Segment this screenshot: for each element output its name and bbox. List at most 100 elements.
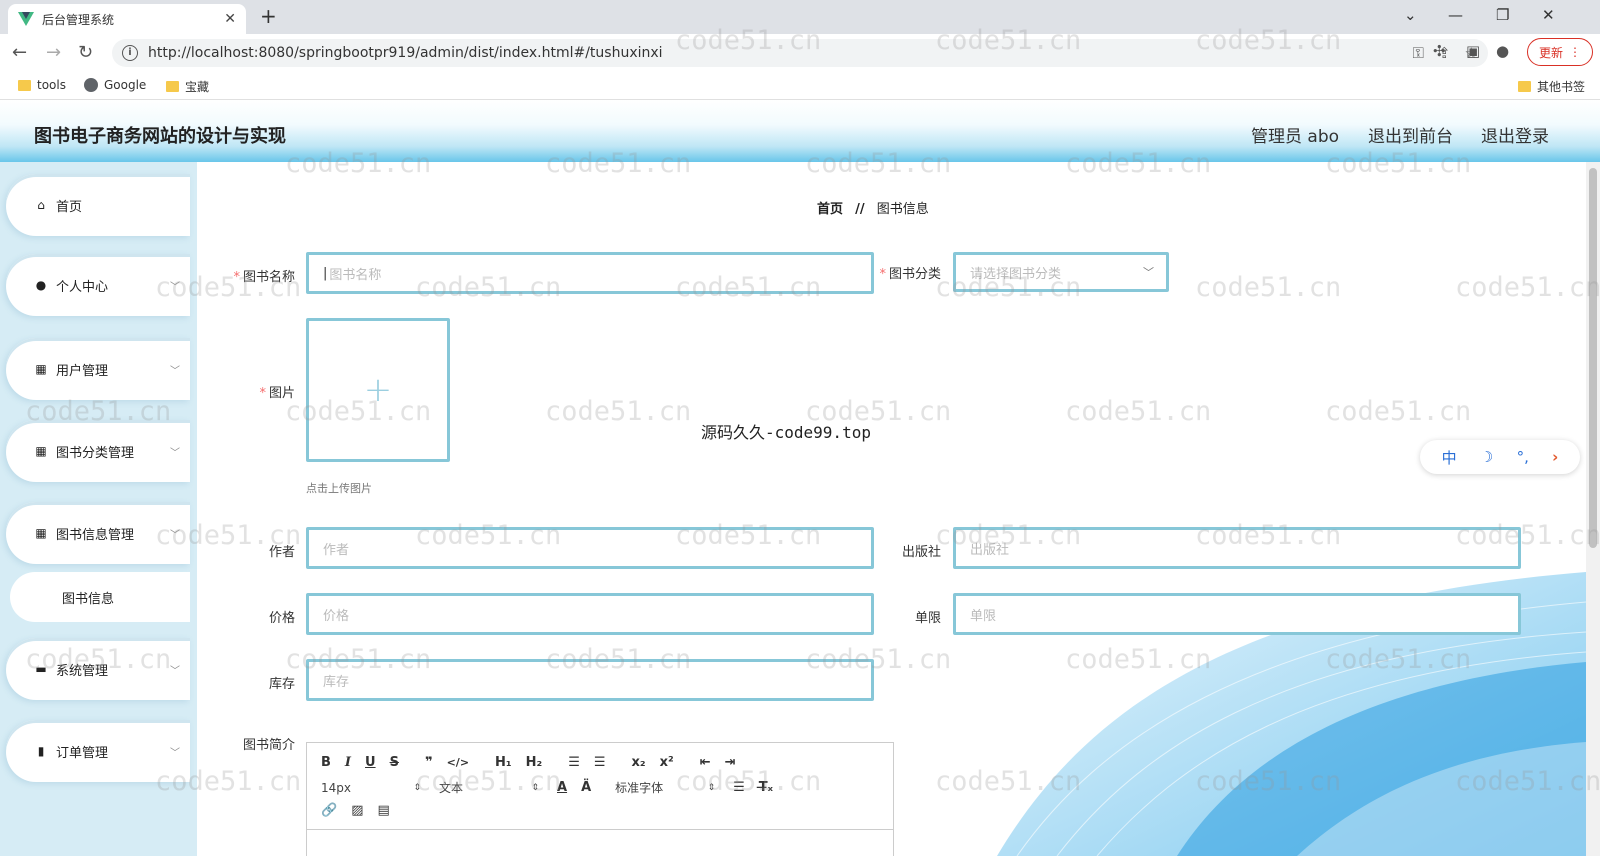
- bookmark-tools[interactable]: tools: [18, 78, 66, 92]
- punctuation-icon[interactable]: °,: [1517, 448, 1529, 466]
- home-icon: ⌂: [37, 198, 45, 212]
- italic-icon[interactable]: I: [345, 755, 351, 770]
- align-icon[interactable]: ☰: [733, 780, 745, 795]
- chevron-down-icon: ﹀: [170, 665, 180, 677]
- tab-close-icon[interactable]: ✕: [224, 11, 236, 27]
- rich-text-editor: B I U S ❞ </> H₁ H₂ ☰ ☰ x₂ x² ⇤ ⇥ 14px ⇕ …: [306, 742, 894, 856]
- sidebar-item-order-management[interactable]: ▮ 订单管理 ﹀: [6, 720, 190, 782]
- font-family-select[interactable]: 标准字体 ⇕: [615, 779, 715, 796]
- publisher-input[interactable]: 出版社: [953, 527, 1521, 569]
- category-select[interactable]: 请选择图书分类 ﹀: [953, 252, 1169, 292]
- book-name-input[interactable]: | 图书名称: [306, 252, 874, 294]
- url-field[interactable]: i http://localhost:8080/springbootpr919/…: [112, 39, 1488, 67]
- side-panel-icon[interactable]: ▣: [1466, 42, 1480, 60]
- sidebar-item-label: 个人中心: [56, 279, 109, 295]
- key-icon[interactable]: ⚿: [1413, 44, 1424, 62]
- upload-tip: 点击上传图片: [306, 482, 372, 495]
- forward-icon[interactable]: →: [46, 42, 61, 63]
- font-size-select[interactable]: 14px ⇕: [321, 781, 421, 795]
- browser-tab[interactable]: 后台管理系统 ✕: [8, 4, 246, 34]
- author-input[interactable]: 作者: [306, 527, 874, 569]
- chevron-down-icon: ﹀: [170, 365, 180, 377]
- browser-tab-bar: 后台管理系统 ✕ + ⌄ — ❐ ✕: [0, 0, 1600, 34]
- plus-icon: +: [363, 370, 393, 410]
- moon-icon[interactable]: ☽: [1480, 448, 1493, 466]
- other-bookmarks[interactable]: 其他书签: [1518, 78, 1585, 95]
- extensions-icon[interactable]: ✣: [1433, 42, 1446, 60]
- restore-icon[interactable]: ❐: [1496, 6, 1509, 24]
- image-upload-button[interactable]: +: [306, 318, 450, 462]
- editor-toolbar-row-2: 14px ⇕ 文本 ⇕ A Ä 标准字体 ⇕ ☰ T̶ₓ: [321, 779, 787, 796]
- outdent-icon[interactable]: ⇤: [700, 755, 711, 770]
- price-input[interactable]: 价格: [306, 593, 874, 635]
- briefcase-icon: ▬: [35, 662, 47, 676]
- video-icon[interactable]: ▤: [377, 803, 389, 818]
- chevron-down-icon: ﹀: [170, 747, 180, 759]
- folder-icon: [1518, 81, 1531, 92]
- text-type-select[interactable]: 文本 ⇕: [439, 779, 539, 796]
- exit-to-front-link[interactable]: 退出到前台: [1368, 122, 1453, 147]
- minimize-icon[interactable]: —: [1448, 6, 1463, 24]
- background-color-icon[interactable]: Ä: [581, 780, 591, 795]
- ime-toolbar[interactable]: 中 ☽ °, ›: [1420, 440, 1580, 474]
- bookmark-label: 其他书签: [1537, 80, 1586, 94]
- limit-input[interactable]: 单限: [953, 593, 1521, 635]
- clear-format-icon[interactable]: T̶ₓ: [759, 780, 773, 795]
- chevron-right-icon[interactable]: ›: [1552, 448, 1558, 466]
- sidebar-item-label: 系统管理: [56, 663, 109, 679]
- chevron-down-icon: ﹀: [170, 447, 180, 459]
- subscript-icon[interactable]: x₂: [632, 755, 646, 770]
- link-icon[interactable]: 🔗: [321, 803, 337, 818]
- tab-search-icon[interactable]: ⌄: [1404, 6, 1417, 24]
- ordered-list-icon[interactable]: ☰: [568, 755, 580, 770]
- bookmark-treasure[interactable]: 宝藏: [166, 78, 209, 95]
- scroll-thumb[interactable]: [1589, 168, 1597, 548]
- sidebar-item-category-management[interactable]: ▦ 图书分类管理 ﹀: [6, 420, 190, 482]
- editor-toolbar-row-1: B I U S ❞ </> H₁ H₂ ☰ ☰ x₂ x² ⇤ ⇥: [321, 755, 750, 770]
- reload-icon[interactable]: ↻: [78, 42, 93, 63]
- image-icon[interactable]: ▨: [351, 803, 363, 818]
- quote-icon[interactable]: ❞: [425, 755, 433, 770]
- sidebar-subitem-book-info[interactable]: 图书信息: [10, 572, 190, 622]
- chevron-down-icon: ﹀: [170, 281, 180, 293]
- indent-icon[interactable]: ⇥: [725, 755, 736, 770]
- update-button[interactable]: 更新 ⋮: [1527, 38, 1593, 66]
- editor-body[interactable]: [307, 829, 893, 856]
- code-icon[interactable]: </>: [447, 756, 469, 769]
- chevron-down-icon: ﹀: [170, 529, 180, 541]
- font-color-icon[interactable]: A: [557, 780, 567, 795]
- ime-lang[interactable]: 中: [1442, 447, 1457, 468]
- sidebar-item-system-management[interactable]: ▬ 系统管理 ﹀: [6, 638, 190, 700]
- stock-input[interactable]: 库存: [306, 659, 874, 701]
- bookmark-label: Google: [104, 78, 147, 92]
- strike-icon[interactable]: S: [390, 755, 399, 770]
- editor-toolbar-row-3: 🔗 ▨ ▤: [321, 803, 404, 818]
- back-icon[interactable]: ←: [12, 42, 27, 63]
- updown-icon: ⇕: [413, 782, 421, 793]
- limit-label: 单限: [914, 611, 941, 626]
- center-watermark: 源码久久-code99.top: [701, 423, 871, 442]
- updown-icon: ⇕: [531, 782, 539, 793]
- site-info-icon[interactable]: i: [122, 45, 138, 61]
- superscript-icon[interactable]: x²: [660, 755, 674, 770]
- breadcrumb-home[interactable]: 首页: [817, 202, 843, 217]
- close-window-icon[interactable]: ✕: [1542, 6, 1555, 24]
- profile-icon[interactable]: ●: [1496, 42, 1509, 60]
- tab-title: 后台管理系统: [42, 12, 115, 27]
- bullet-list-icon[interactable]: ☰: [594, 755, 606, 770]
- underline-icon[interactable]: U: [365, 755, 376, 770]
- logout-link[interactable]: 退出登录: [1481, 122, 1549, 147]
- bookmark-google[interactable]: Google: [84, 78, 146, 92]
- folder-icon: [18, 79, 31, 91]
- sidebar-item-personal-center[interactable]: ● 个人中心 ﹀: [6, 254, 190, 316]
- new-tab-icon[interactable]: +: [260, 4, 277, 28]
- sidebar-item-home[interactable]: ⌂ 首页: [6, 174, 190, 236]
- page-scrollbar[interactable]: [1586, 162, 1600, 856]
- user-icon: ●: [35, 278, 47, 292]
- heading1-icon[interactable]: H₁: [495, 755, 512, 770]
- bold-icon[interactable]: B: [321, 755, 331, 770]
- sidebar-item-user-management[interactable]: ▦ 用户管理 ﹀: [6, 338, 190, 400]
- heading2-icon[interactable]: H₂: [526, 755, 543, 770]
- url-text: http://localhost:8080/springbootpr919/ad…: [148, 45, 663, 61]
- sidebar-item-book-info-management[interactable]: ▦ 图书信息管理 ﹀: [6, 502, 190, 564]
